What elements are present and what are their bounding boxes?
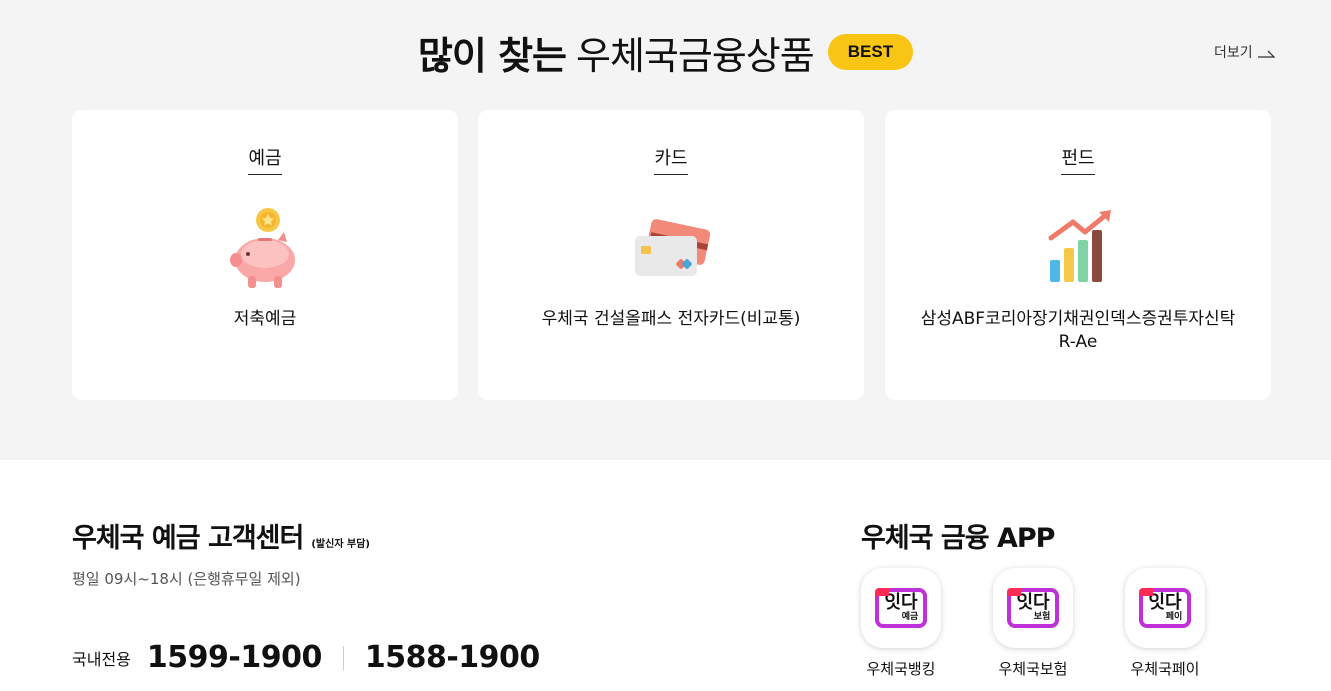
card-category: 펀드 bbox=[1061, 144, 1095, 175]
app-item-insurance[interactable]: 잇다 보험 우체국보험 bbox=[993, 568, 1073, 679]
business-hours: 평일 09시~18시 (은행휴무일 제외) bbox=[72, 570, 301, 588]
product-card-deposit[interactable]: 예금 저축예금 bbox=[72, 110, 458, 400]
app-icon-insurance: 잇다 보험 bbox=[993, 568, 1073, 648]
app-list: 잇다 예금 우체국뱅킹 잇다 보험 우체국보험 잇다 페이 우체국페이 bbox=[861, 568, 1205, 679]
phone-number-2[interactable]: 1588-1900 bbox=[365, 640, 540, 675]
phone-divider bbox=[342, 645, 344, 670]
product-card-fund[interactable]: 펀드 삼성ABF코리아장기채권인덱스증권투자신탁 R-Ae bbox=[885, 110, 1271, 400]
more-link-label: 더보기 bbox=[1214, 45, 1253, 61]
card-category: 카드 bbox=[654, 144, 688, 175]
app-icon-pay: 잇다 페이 bbox=[1125, 568, 1205, 648]
title-bold-text: 많이 찾는 bbox=[417, 33, 567, 78]
app-name: 우체국뱅킹 bbox=[866, 660, 936, 678]
piggy-bank-icon bbox=[230, 208, 295, 288]
finance-apps: 우체국 금융 APP 잇다 예금 우체국뱅킹 잇다 보험 우체국보험 잇다 페이… bbox=[861, 516, 1205, 678]
app-name: 우체국보험 bbox=[998, 660, 1068, 678]
app-badge-small: 예금 bbox=[901, 612, 919, 622]
best-products-section: 많이 찾는 우체국금융상품 BEST 더보기 예금 저축예금 카드 우체국 건설… bbox=[0, 0, 1331, 460]
app-badge-big: 잇다 bbox=[884, 592, 918, 613]
section-title: 많이 찾는 우체국금융상품 BEST bbox=[0, 24, 1331, 80]
card-product-name: 삼성ABF코리아장기채권인덱스증권투자신탁 R-Ae bbox=[920, 309, 1236, 352]
product-card-card[interactable]: 카드 우체국 건설올패스 전자카드(비교통) bbox=[478, 110, 864, 400]
credit-card-icon bbox=[635, 219, 711, 276]
phone-numbers: 국내전용 1599-1900 1588-1900 bbox=[72, 640, 540, 675]
app-icon-banking: 잇다 예금 bbox=[861, 568, 941, 648]
best-badge: BEST bbox=[827, 34, 914, 70]
more-arrow-icon bbox=[1257, 50, 1275, 58]
customer-center-title: 우체국 예금 고객센터 (발신자 부담) bbox=[72, 516, 370, 555]
customer-center-heading: 우체국 예금 고객센터 bbox=[72, 523, 304, 554]
more-link[interactable]: 더보기 bbox=[1214, 42, 1275, 62]
app-name: 우체국페이 bbox=[1130, 660, 1200, 678]
app-badge-small: 페이 bbox=[1165, 612, 1183, 622]
caller-pays-note: (발신자 부담) bbox=[311, 539, 370, 550]
title-light-text: 우체국금융상품 bbox=[576, 33, 815, 78]
customer-center: 우체국 예금 고객센터 (발신자 부담) 평일 09시~18시 (은행휴무일 제… bbox=[72, 516, 540, 675]
app-badge-small: 보험 bbox=[1033, 612, 1051, 622]
card-product-name: 저축예금 bbox=[233, 309, 297, 329]
card-product-name: 우체국 건설올패스 전자카드(비교통) bbox=[541, 309, 801, 329]
domestic-label: 국내전용 bbox=[72, 649, 131, 669]
app-badge-big: 잇다 bbox=[1016, 592, 1050, 613]
card-category: 예금 bbox=[248, 144, 282, 175]
product-cards: 예금 저축예금 카드 우체국 건설올패스 전자카드(비교통) 펀드 삼성ABF코… bbox=[72, 110, 1272, 400]
growth-chart-icon bbox=[1048, 210, 1111, 282]
apps-title: 우체국 금융 APP bbox=[861, 523, 1055, 554]
phone-number-1[interactable]: 1599-1900 bbox=[147, 640, 322, 675]
app-badge-big: 잇다 bbox=[1148, 592, 1182, 613]
app-item-banking[interactable]: 잇다 예금 우체국뱅킹 bbox=[861, 568, 941, 679]
app-item-pay[interactable]: 잇다 페이 우체국페이 bbox=[1125, 568, 1205, 679]
